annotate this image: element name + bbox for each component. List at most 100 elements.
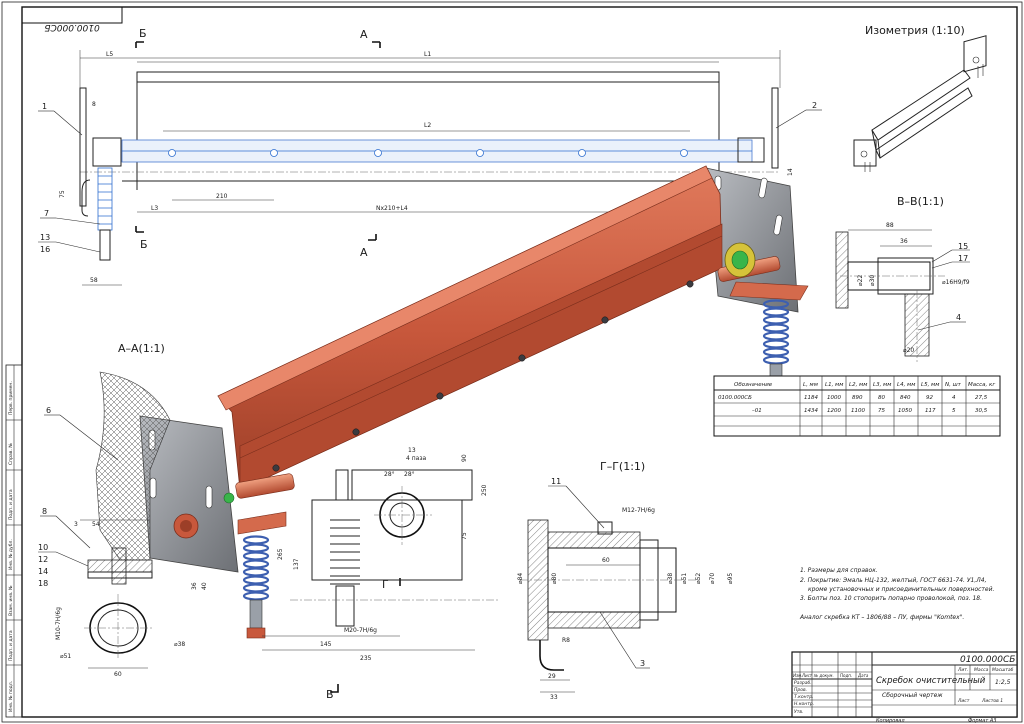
th-l1: L1, мм (825, 382, 843, 388)
gg-dim-60: 60 (602, 557, 610, 564)
th-l5: L5, мм (921, 382, 939, 388)
vv-dim-20: ⌀20 (903, 347, 914, 354)
td-r1-c4: 890 (852, 395, 863, 401)
callout-14: 14 (38, 567, 48, 576)
tb-scale: 1:2,5 (995, 679, 1011, 686)
stamp-label-6: Подп. и дата (8, 630, 14, 661)
dim-nl4: Nx210+L4 (376, 205, 408, 212)
dim-l1: L1 (424, 51, 431, 58)
td-r2-c9: 30,5 (975, 408, 988, 414)
vv-fit: ⌀16H9/f9 (942, 279, 970, 286)
td-r2-c4: 1100 (851, 408, 865, 414)
c-dim-90: 90 (461, 454, 468, 462)
c-4paza: 4 паза (406, 455, 427, 462)
tb-lit-hdr: Лит. (957, 667, 968, 673)
callout-2: 2 (812, 101, 817, 110)
mark-a-bottom: А (360, 246, 368, 259)
tb-subtitle: Сборочный чертеж (882, 692, 943, 699)
dim-l2: L2 (424, 122, 431, 129)
td-r2-c2: 1434 (804, 408, 818, 414)
c-thread: M20-7H/6g (344, 627, 377, 634)
th-l2: L2, мм (849, 382, 867, 388)
c-28a: 28° (384, 471, 395, 478)
gg-dim-80: ⌀80 (551, 573, 558, 584)
tb-col-5: Дата (857, 673, 869, 678)
td-r2-c3: 1200 (827, 408, 841, 414)
mark-v: В (326, 688, 334, 701)
c-dim-250: 250 (481, 484, 488, 496)
technical-notes: 1. Размеры для справок. 2. Покрытие: Эма… (799, 567, 995, 621)
aa-dim-51: ⌀51 (60, 653, 71, 660)
dim-58: 58 (90, 277, 98, 284)
td-r2-c1: –01 (752, 408, 762, 414)
callout-4: 4 (956, 313, 961, 322)
dim-8: 8 (92, 101, 96, 108)
gg-dim-33: 33 (550, 694, 558, 701)
inner-frame (21, 6, 1018, 718)
gg-r8: R8 (562, 637, 570, 644)
th-n: N, шт (945, 382, 962, 388)
left-spring (242, 535, 270, 601)
callout-17: 17 (958, 254, 968, 263)
note-1: 1. Размеры для справок. (800, 567, 878, 574)
aa-dim-36: 36 (191, 582, 198, 590)
drawing-sheet: 0100.000СБ Перв. примен. Справ. № Подп. … (1, 1, 1023, 724)
c-dim-265: 265 (277, 548, 284, 560)
note-3: 3. Болты поз. 10 стопорить попарно прово… (800, 595, 982, 602)
note-2: 2. Покрытие: Эмаль НЦ-132, желтый, ГОСТ … (800, 577, 987, 584)
isometric-render (139, 165, 809, 639)
th-l: L, мм (803, 382, 818, 388)
callout-16: 16 (40, 245, 50, 254)
vv-dim-88: 88 (886, 222, 894, 229)
tb-role-4: Н.контр. (794, 701, 814, 707)
stamp-label-7: Инв. № подл. (8, 681, 14, 712)
tb-designation: 0100.000СБ (960, 655, 1015, 665)
dim-l5: L5 (106, 51, 113, 58)
tb-sheets: Листов 1 (981, 698, 1003, 704)
tb-role-2: Пров. (794, 687, 807, 693)
tb-role-1: Разраб. (794, 680, 812, 686)
td-r2-c8: 5 (952, 408, 956, 414)
callout-13: 13 (40, 233, 50, 242)
dim-75: 75 (59, 190, 66, 198)
tb-sheet: Лист (957, 698, 970, 704)
aa-dim-60: 60 (114, 671, 122, 678)
tb-scale-hdr: Масштаб (992, 667, 1014, 673)
td-r2-c7: 117 (925, 408, 936, 414)
section-gg: Г–Г(1:1) M12-7H/6g 60 ⌀84 ⌀80 ⌀38 ⌀51 ⌀5… (517, 460, 734, 701)
gg-dim-84: ⌀84 (517, 573, 524, 584)
callout-1: 1 (42, 102, 47, 111)
c-dim-75: 75 (461, 532, 468, 540)
callout-12: 12 (38, 555, 48, 564)
gg-dim-95: ⌀95 (727, 573, 734, 584)
callout-18: 18 (38, 579, 48, 588)
gg-dim-38: ⌀38 (667, 573, 674, 584)
gg-dim-52: ⌀52 (695, 573, 702, 584)
aa-dim-3: 3 (74, 521, 78, 528)
isometry-title: Изометрия (1:10) (865, 24, 965, 37)
tb-copied: Копировал (876, 718, 905, 724)
section-vv: В–В(1:1) 88 36 ⌀22 ⌀30 ⌀16H9/f9 ⌀20 15 1… (835, 195, 970, 362)
tb-role-3: Т.контр. (794, 694, 814, 700)
th-l4: L4, мм (897, 382, 915, 388)
td-r1-c9: 27,5 (975, 395, 988, 401)
callout-3: 3 (640, 659, 645, 668)
td-r1-c5: 80 (878, 395, 885, 401)
section-vv-title: В–В(1:1) (897, 195, 944, 208)
callout-6: 6 (46, 406, 51, 415)
isometry-view: Изометрия (1:10) (853, 24, 987, 172)
aa-dim-54: 54 (92, 521, 100, 528)
mark-b-bottom: Б (140, 238, 148, 251)
stamp-label-4: Инв. № дубл. (8, 539, 14, 570)
callout-15: 15 (958, 242, 968, 251)
tb-col-3: № докум. (813, 673, 834, 678)
left-green-indicator (223, 492, 235, 504)
aa-dim-40: 40 (201, 582, 208, 590)
tb-role-5: Утв. (794, 709, 803, 715)
side-stamp: Перв. примен. Справ. № Подп. и дата Инв.… (5, 364, 23, 718)
td-r1-c2: 1184 (804, 395, 818, 401)
variants-table: Обозначение L, мм L1, мм L2, мм L3, мм L… (713, 375, 1001, 437)
td-r1-c3: 1000 (827, 395, 841, 401)
c-dim-137: 137 (293, 558, 300, 570)
td-r1-c7: 92 (926, 395, 933, 401)
